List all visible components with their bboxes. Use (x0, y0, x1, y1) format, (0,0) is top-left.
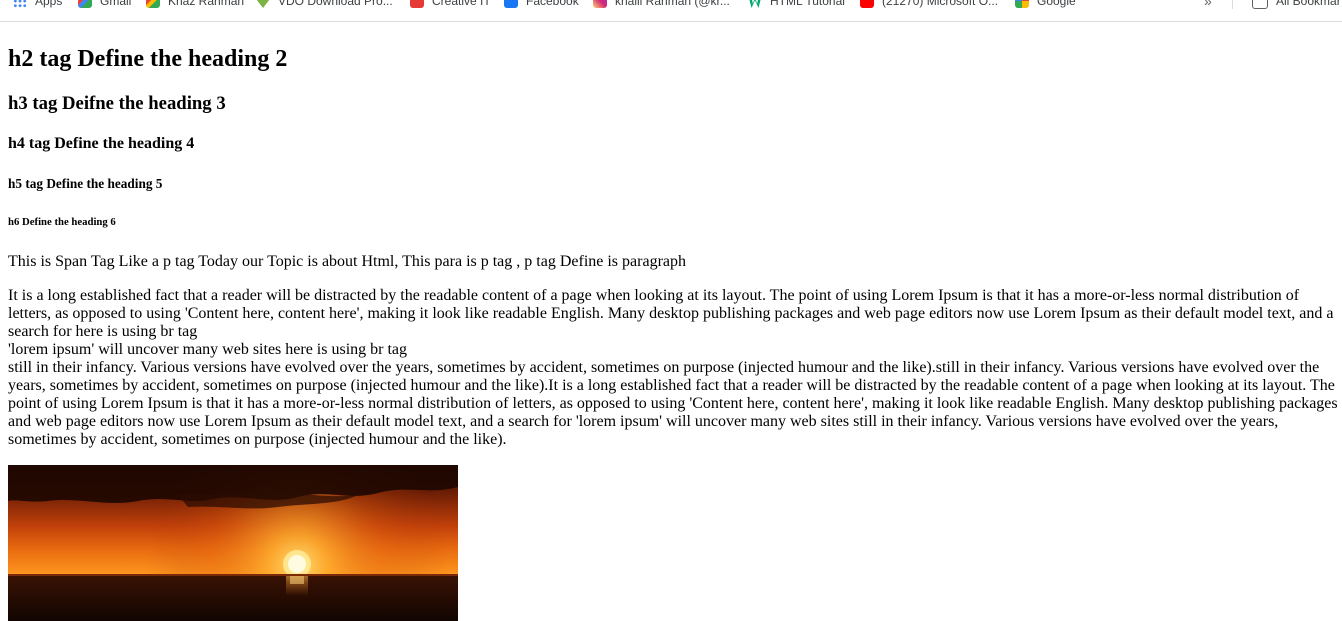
bookmark-google[interactable]: Google (1015, 0, 1076, 11)
paragraph-line-1: It is a long established fact that a rea… (8, 287, 1334, 340)
download-arrow-icon (256, 0, 270, 8)
bookmark-facebook[interactable]: Facebook (504, 0, 579, 11)
bookmark-gmail[interactable]: Gmail (78, 0, 131, 11)
bookmark-apps[interactable]: Apps (13, 0, 62, 11)
bookmark-label: VDO Download Pro... (278, 0, 393, 8)
sunset-image (8, 465, 458, 621)
instagram-icon (593, 0, 607, 8)
bookmark-label: HTML Tutorial (770, 0, 845, 8)
bookmark-label: Khaz Rahman (168, 0, 245, 8)
heading-3: h3 tag Deifne the heading 3 (8, 93, 226, 114)
facebook-icon (504, 0, 518, 8)
folder-icon (1252, 0, 1268, 9)
span-paragraph: This is Span Tag Like a p tag Today our … (8, 253, 686, 270)
bookmark-label: Google (1037, 0, 1076, 8)
sunset-over-sea-image (8, 465, 458, 621)
bookmark-instagram[interactable]: khalil Rahman (@kr... (593, 0, 730, 11)
long-paragraph: It is a long established fact that a rea… (8, 287, 1338, 449)
paragraph-line-3: still in their infancy. Various versions… (8, 359, 1338, 448)
youtube-icon (860, 0, 874, 8)
bookmark-html-tutorial[interactable]: HTML Tutorial (748, 0, 845, 11)
heading-2: h2 tag Define the heading 2 (8, 46, 288, 72)
w3schools-icon (748, 0, 762, 8)
heading-6: h6 Define the heading 6 (8, 216, 116, 228)
bookmarks-divider (1232, 0, 1233, 9)
bookmark-vdo-download[interactable]: VDO Download Pro... (256, 0, 393, 11)
bookmark-microsoft[interactable]: (21270) Microsoft O... (860, 0, 998, 11)
paragraph-line-2: 'lorem ipsum' will uncover many web site… (8, 341, 408, 358)
gmail-icon (146, 0, 160, 8)
bookmark-label: khalil Rahman (@kr... (615, 0, 730, 8)
bookmark-label: Gmail (100, 0, 132, 8)
all-bookmarks-button[interactable]: All Bookmar (1252, 0, 1341, 11)
apps-grid-icon (13, 0, 27, 8)
all-bookmarks-label: All Bookmar (1276, 0, 1341, 8)
bookmarks-row: Apps Gmail Khaz Rahman VDO Download Pro.… (0, 0, 1342, 11)
bookmark-label: Facebook (526, 0, 579, 8)
heading-5: h5 tag Define the heading 5 (8, 176, 163, 191)
bookmark-label: (21270) Microsoft O... (882, 0, 999, 8)
gmail-icon (78, 0, 92, 8)
heading-4: h4 tag Define the heading 4 (8, 135, 195, 152)
bookmarks-overflow-button[interactable]: » (1204, 0, 1212, 11)
bookmarks-bar: Apps Gmail Khaz Rahman VDO Download Pro.… (0, 0, 1342, 22)
bookmark-label: Apps (35, 0, 63, 8)
bookmark-label: Creative IT (432, 0, 491, 8)
bookmark-creative-it[interactable]: Creative IT (410, 0, 491, 11)
creative-it-icon (410, 0, 424, 8)
google-icon (1015, 0, 1029, 8)
bookmark-khaz-rahman[interactable]: Khaz Rahman (146, 0, 244, 11)
